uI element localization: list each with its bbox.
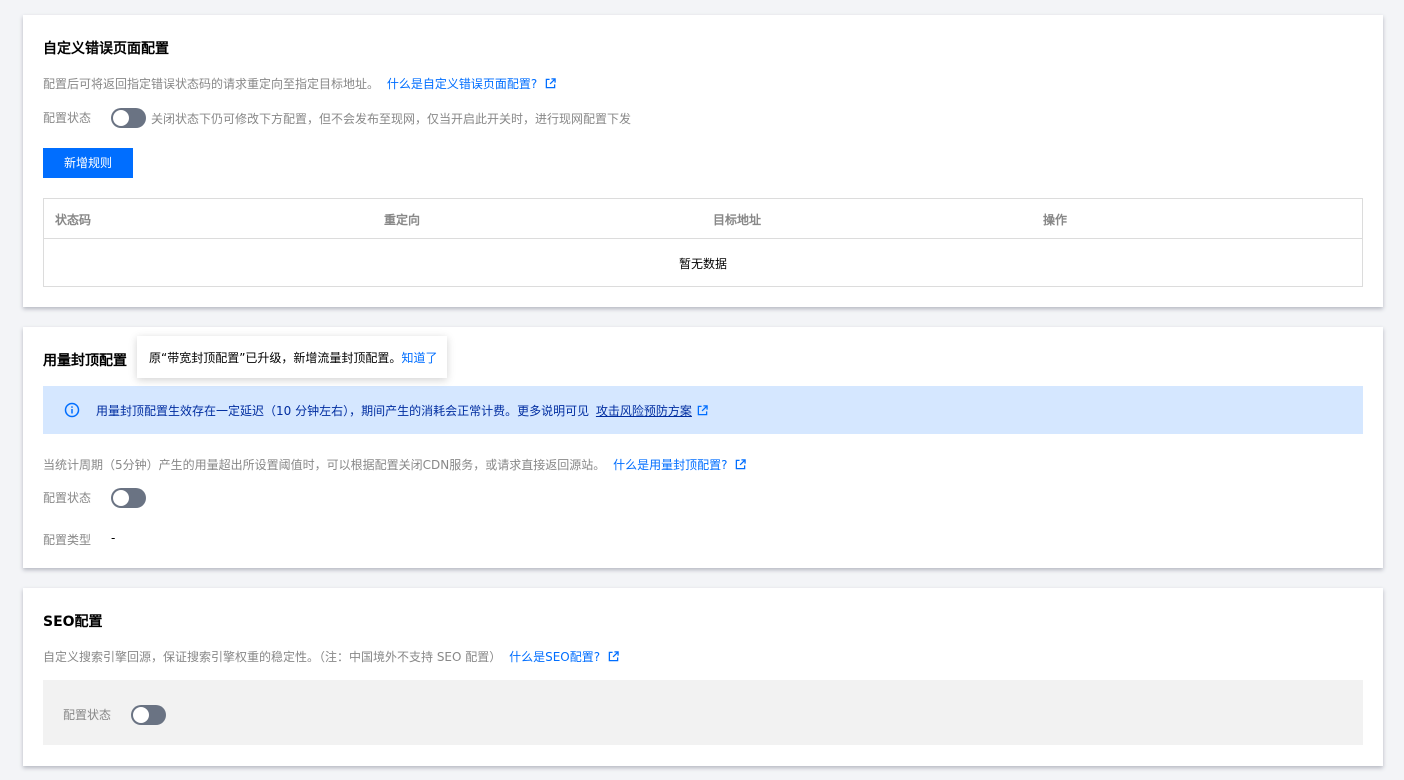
seo-config-panel: 配置状态 <box>43 680 1363 745</box>
notice-body: 用量封顶配置生效存在一定延迟（10 分钟左右），期间产生的消耗会正常计费。更多说… <box>96 404 590 418</box>
seo-status-toggle[interactable] <box>131 705 166 725</box>
usage-cap-help-link-text: 什么是用量封顶配置? <box>613 458 728 472</box>
notice-text: 用量封顶配置生效存在一定延迟（10 分钟左右），期间产生的消耗会正常计费。更多说… <box>96 402 708 419</box>
table-header: 状态码 重定向 目标地址 操作 <box>44 199 1362 239</box>
usage-cap-status-toggle[interactable] <box>111 488 146 508</box>
seo-status-label: 配置状态 <box>63 708 112 722</box>
external-link-icon[interactable] <box>697 405 708 416</box>
column-target-address: 目标地址 <box>713 213 762 227</box>
column-status-code: 状态码 <box>55 213 92 227</box>
add-rule-button[interactable]: 新增规则 <box>43 148 133 178</box>
table-empty-text: 暂无数据 <box>678 257 727 271</box>
error-rules-table: 状态码 重定向 目标地址 操作 暂无数据 <box>43 198 1363 287</box>
seo-title: SEO配置 <box>43 614 103 630</box>
error-page-status-toggle[interactable] <box>111 108 146 128</box>
toggle-knob <box>113 490 129 506</box>
toggle-knob <box>133 707 149 723</box>
tooltip-dismiss-link[interactable]: 知道了 <box>401 351 437 365</box>
usage-cap-help-link[interactable]: 什么是用量封顶配置? <box>613 458 747 472</box>
seo-card: SEO配置 自定义搜索引擎回源，保证搜索引擎权重的稳定性。（注：中国境外不支持 … <box>23 588 1383 766</box>
error-page-help-link[interactable]: 什么是自定义错误页面配置? <box>387 77 556 91</box>
error-page-description-text: 配置后可将返回指定错误状态码的请求重定向至指定目标地址。 <box>43 77 380 91</box>
seo-help-link-text: 什么是SEO配置? <box>509 650 601 664</box>
toggle-knob <box>113 110 129 126</box>
external-link-icon <box>736 459 747 470</box>
external-link-icon <box>608 651 619 662</box>
seo-description: 自定义搜索引擎回源，保证搜索引擎权重的稳定性。（注：中国境外不支持 SEO 配置… <box>43 648 619 665</box>
usage-cap-title: 用量封顶配置 <box>43 353 127 369</box>
usage-cap-type-value: - <box>111 531 116 545</box>
tooltip-text: 原“带宽封顶配置”已升级，新增流量封顶配置。 <box>149 351 402 365</box>
error-page-title: 自定义错误页面配置 <box>43 41 169 57</box>
usage-cap-status-label: 配置状态 <box>43 491 92 505</box>
error-page-status-hint: 关闭状态下仍可修改下方配置，但不会发布至现网，仅当开启此开关时，进行现网配置下发 <box>151 112 632 126</box>
usage-cap-description-text: 当统计周期（5分钟）产生的用量超出所设置阈值时，可以根据配置关闭CDN服务，或请… <box>43 458 606 472</box>
error-page-card: 自定义错误页面配置 配置后可将返回指定错误状态码的请求重定向至指定目标地址。 什… <box>23 15 1383 307</box>
usage-cap-type-label: 配置类型 <box>43 533 92 547</box>
usage-cap-description: 当统计周期（5分钟）产生的用量超出所设置阈值时，可以根据配置关闭CDN服务，或请… <box>43 456 747 473</box>
error-page-help-link-text: 什么是自定义错误页面配置? <box>386 77 538 91</box>
info-circle-icon <box>64 402 80 418</box>
external-link-icon <box>545 78 556 89</box>
upgrade-tooltip: 原“带宽封顶配置”已升级，新增流量封顶配置。知道了 <box>137 336 447 378</box>
attack-prevention-link-text: 攻击风险预防方案 <box>595 404 692 418</box>
column-actions: 操作 <box>1043 213 1068 227</box>
attack-prevention-link[interactable]: 攻击风险预防方案 <box>596 404 692 418</box>
column-redirect: 重定向 <box>384 213 421 227</box>
error-page-description: 配置后可将返回指定错误状态码的请求重定向至指定目标地址。 什么是自定义错误页面配… <box>43 75 556 92</box>
error-page-status-label: 配置状态 <box>43 111 92 125</box>
seo-help-link[interactable]: 什么是SEO配置? <box>509 650 619 664</box>
seo-description-text: 自定义搜索引擎回源，保证搜索引擎权重的稳定性。（注：中国境外不支持 SEO 配置… <box>43 650 502 664</box>
usage-cap-notice: 用量封顶配置生效存在一定延迟（10 分钟左右），期间产生的消耗会正常计费。更多说… <box>43 386 1363 434</box>
